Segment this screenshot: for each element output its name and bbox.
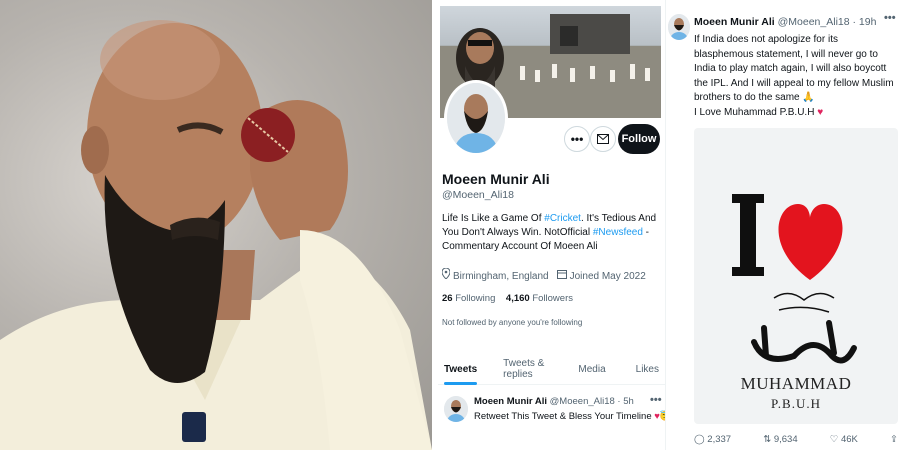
bio-text: Life Is Like a Game Of [442,213,545,224]
joined-text: Joined May 2022 [569,270,646,282]
following-link[interactable]: 26 Following [442,293,495,304]
image-caption-muhammad: MUHAMMAD [740,374,852,393]
tweet-text: Retweet This Tweet & Bless Your Timeline… [474,411,665,422]
following-label: Following [455,293,496,304]
tweet-more-icon[interactable]: ••• [650,394,662,406]
heart-emoji: ♥ [817,106,824,118]
tweet-author-name[interactable]: Moeen Munir Ali [694,16,775,28]
reply-icon: ◯ [694,434,705,445]
tweet-body: If India does not apologize for its blas… [694,34,894,103]
profile-bio: Life Is Like a Game Of #Cricket. It's Te… [442,212,664,254]
profile-tabs: Tweets Tweets & replies Media Likes [438,357,665,385]
profile-meta: Birmingham, England Joined May 2022 [441,267,646,282]
follow-button[interactable]: Follow [618,124,660,154]
retweet-count: 9,634 [773,434,798,445]
profile-display-name: Moeen Munir Ali [442,171,550,187]
not-followed-notice: Not followed by anyone you're following [442,318,583,327]
calendar-icon [556,269,567,282]
retweet-button[interactable]: ⇅ 9,634 [763,434,797,445]
location: Birmingham, England [441,267,549,282]
followers-label: Followers [532,293,573,304]
tweet-actions: ◯ 2,337 ⇅ 9,634 ♡ 46K ⇪ [694,434,898,445]
tweet-header: Moeen Munir Ali @Moeen_Ali18 · 19h [694,16,876,28]
tab-media[interactable]: Media [572,357,611,381]
location-pin-icon [441,267,451,282]
hashtag-newsfeed-link[interactable]: #Newsfeed [593,227,643,238]
retweet-icon: ⇅ [763,434,772,445]
location-text: Birmingham, England [453,271,549,282]
tab-likes[interactable]: Likes [630,357,665,381]
tweet-header: Moeen Munir Ali @Moeen_Ali18 · 5h [474,396,634,407]
joined: Joined May 2022 [556,269,646,282]
reply-count: 2,337 [707,434,732,445]
tweet-author-avatar[interactable] [668,14,690,40]
tweet-text: If India does not apologize for its blas… [694,33,896,120]
image-caption-pbuh: P.B.U.H [771,396,821,411]
like-count: 46K [840,434,858,445]
tweet-panel: Moeen Munir Ali @Moeen_Ali18 · 19h ••• I… [666,0,900,450]
following-count: 26 [442,293,453,304]
hashtag-cricket-link[interactable]: #Cricket [544,213,581,224]
followers-link[interactable]: 4,160 Followers [506,293,573,304]
profile-handle: @Moeen_Ali18 [442,189,514,201]
player-photo [0,0,432,450]
tweet-handle-time: @Moeen_Ali18 · 19h [777,16,877,28]
share-button[interactable]: ⇪ [890,434,898,445]
tweet-emoji: ♥😇 [654,411,665,422]
tweet-body: Retweet This Tweet & Bless Your Timeline [474,411,652,422]
follow-counts: 26 Following 4,160 Followers [442,293,573,304]
envelope-icon[interactable] [590,126,616,152]
share-icon: ⇪ [890,434,898,445]
like-button[interactable]: ♡ 46K [830,434,858,445]
followers-count: 4,160 [505,293,530,304]
profile-avatar[interactable] [444,80,508,156]
reply-button[interactable]: ◯ 2,337 [694,434,731,445]
tab-tweets-and-replies[interactable]: Tweets & replies [497,357,562,381]
tweet-handle-time: @Moeen_Ali18 · 5h [549,396,634,407]
twitter-profile-panel: ••• Follow Moeen Munir Ali @Moeen_Ali18 … [438,0,665,450]
tweet-author-avatar[interactable] [444,396,468,422]
tab-tweets[interactable]: Tweets [438,357,483,385]
more-options-icon[interactable]: ••• [564,126,590,152]
tweet-author-name[interactable]: Moeen Munir Ali [474,396,547,407]
cricketer-illustration [0,20,432,450]
tweet-more-icon[interactable]: ••• [884,12,896,24]
tweet-image[interactable]: MUHAMMAD P.B.U.H [694,128,898,424]
tweet-body-line-2: I Love Muhammad P.B.U.H [694,106,815,118]
like-icon: ♡ [829,434,839,445]
